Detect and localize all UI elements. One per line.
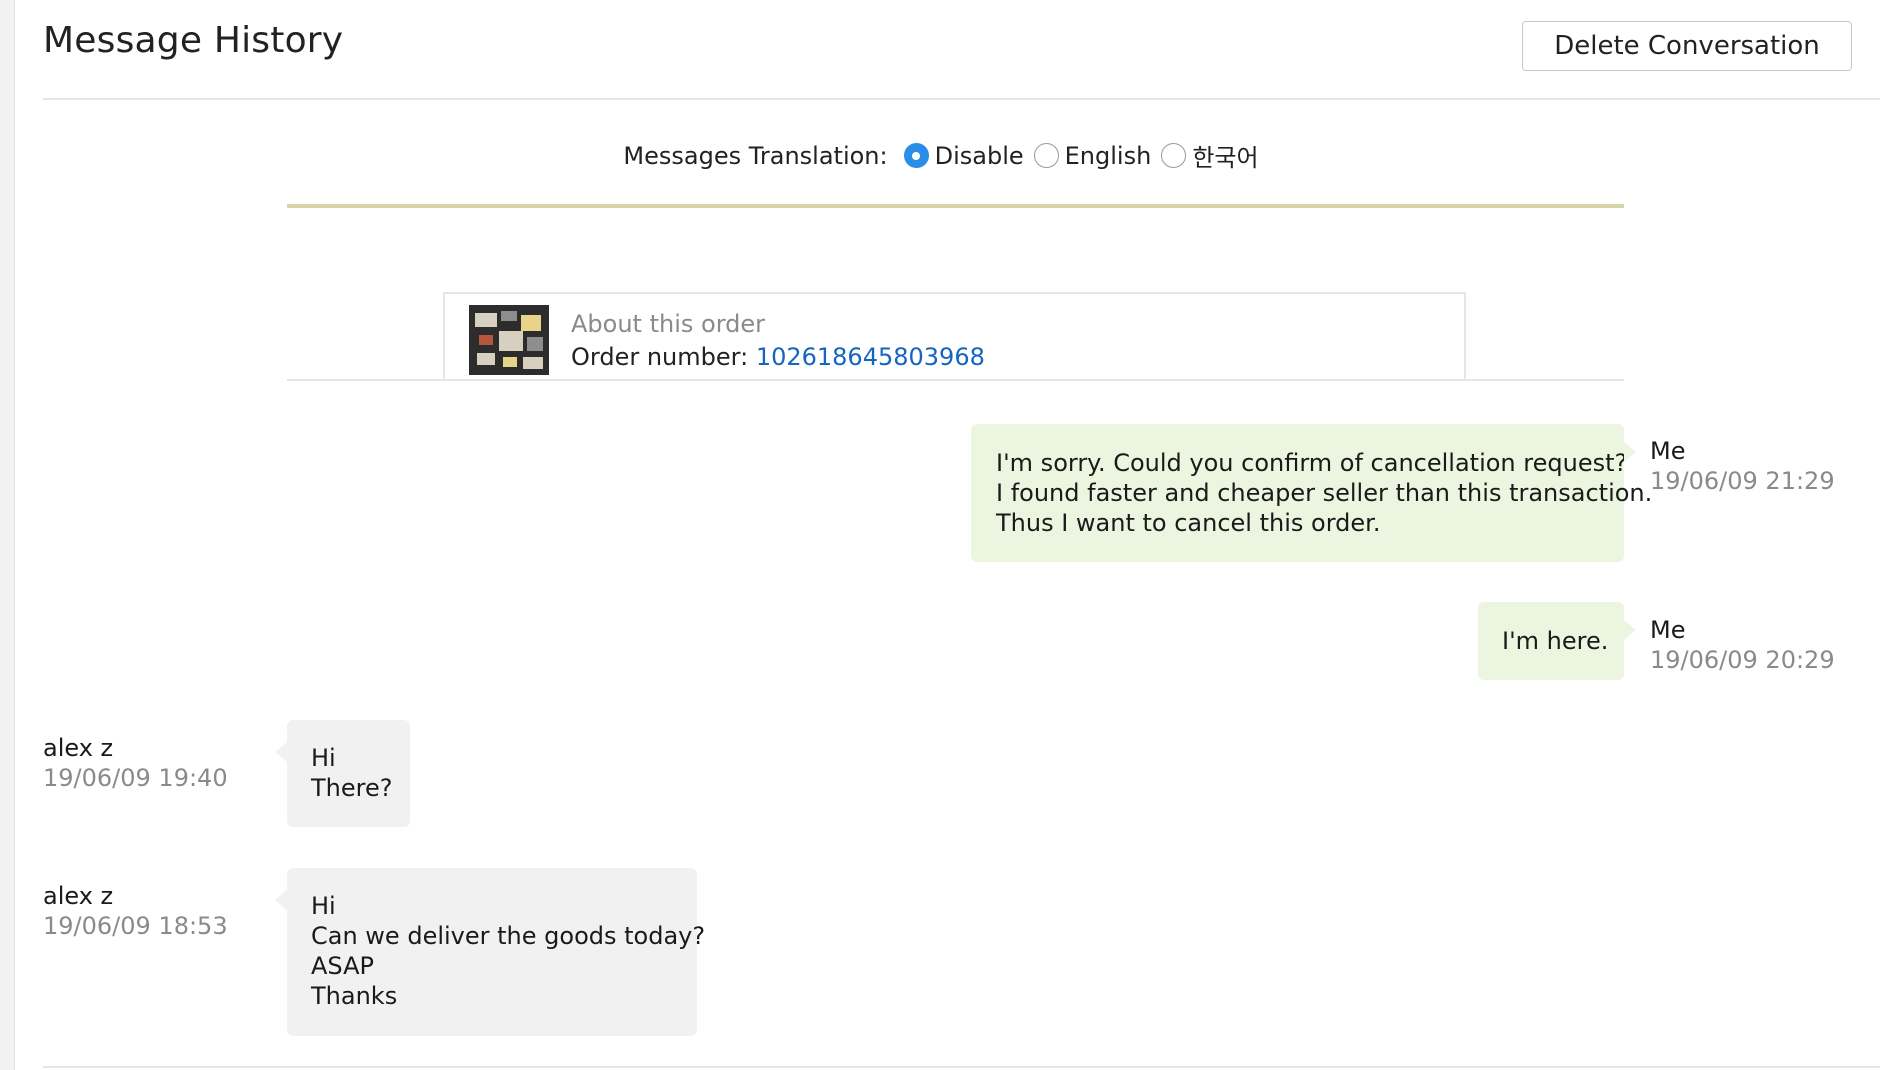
message-bubble-incoming: Hi Can we deliver the goods today? ASAP …	[275, 868, 706, 1036]
message-meta: Me 19/06/09 21:29	[1650, 436, 1835, 496]
message-bubble-outgoing: I'm sorry. Could you confirm of cancella…	[971, 424, 1653, 562]
message-meta: Me 19/06/09 20:29	[1650, 615, 1835, 675]
translation-divider	[287, 204, 1624, 208]
radio-unchecked-icon[interactable]	[1161, 143, 1187, 168]
translation-setting: Messages Translation: Disable English 한국…	[0, 138, 1880, 173]
radio-unchecked-icon[interactable]	[1033, 143, 1059, 168]
order-heading: About this order	[571, 310, 766, 338]
message-line: Hi	[311, 892, 336, 920]
sender-name: alex z	[43, 734, 114, 762]
message-line: There?	[311, 774, 393, 802]
sender-name: alex z	[43, 882, 114, 910]
order-number-line: Order number: 102618645803968	[571, 343, 985, 371]
sender-name: Me	[1650, 437, 1686, 465]
translation-option-label: Disable	[934, 141, 1024, 170]
message-bubble-incoming: Hi There?	[275, 720, 410, 827]
message-line: Can we deliver the goods today?	[311, 922, 706, 950]
sender-name: Me	[1650, 616, 1686, 644]
message-line: I'm here.	[1502, 627, 1609, 655]
translation-option-label: 한국어	[1192, 144, 1259, 172]
page-title: Message History	[43, 20, 344, 61]
message-timestamp: 19/06/09 19:40	[43, 764, 228, 792]
order-number-label: Order number:	[571, 343, 749, 371]
message-meta: alex z 19/06/09 18:53	[43, 881, 228, 941]
translation-option-label: English	[1064, 141, 1152, 170]
translation-label: Messages Translation:	[623, 141, 888, 170]
message-line: I found faster and cheaper seller than t…	[996, 479, 1653, 507]
message-line: Thus I want to cancel this order.	[996, 509, 1381, 537]
message-line: Thanks	[311, 982, 398, 1010]
message-timestamp: 19/06/09 20:29	[1650, 646, 1835, 674]
translation-option-korean[interactable]: 한국어	[1161, 138, 1259, 173]
product-image-icon[interactable]	[469, 305, 549, 375]
message-meta: alex z 19/06/09 19:40	[43, 733, 228, 793]
translation-option-disable[interactable]: Disable	[903, 141, 1024, 170]
order-card: About this order Order number: 102618645…	[443, 292, 1466, 379]
order-number-link[interactable]: 102618645803968	[756, 343, 985, 371]
message-bubble-outgoing: I'm here.	[1478, 602, 1636, 680]
message-timestamp: 19/06/09 21:29	[1650, 467, 1835, 495]
message-line: I'm sorry. Could you confirm of cancella…	[996, 449, 1628, 477]
message-line: ASAP	[311, 952, 374, 980]
radio-checked-icon[interactable]	[903, 143, 929, 168]
delete-conversation-button[interactable]: Delete Conversation	[1522, 21, 1852, 71]
message-timestamp: 19/06/09 18:53	[43, 912, 228, 940]
message-line: Hi	[311, 744, 336, 772]
order-baseline	[287, 379, 1624, 381]
footer-divider	[43, 1066, 1880, 1068]
header-divider	[43, 98, 1880, 100]
translation-option-english[interactable]: English	[1033, 141, 1152, 170]
